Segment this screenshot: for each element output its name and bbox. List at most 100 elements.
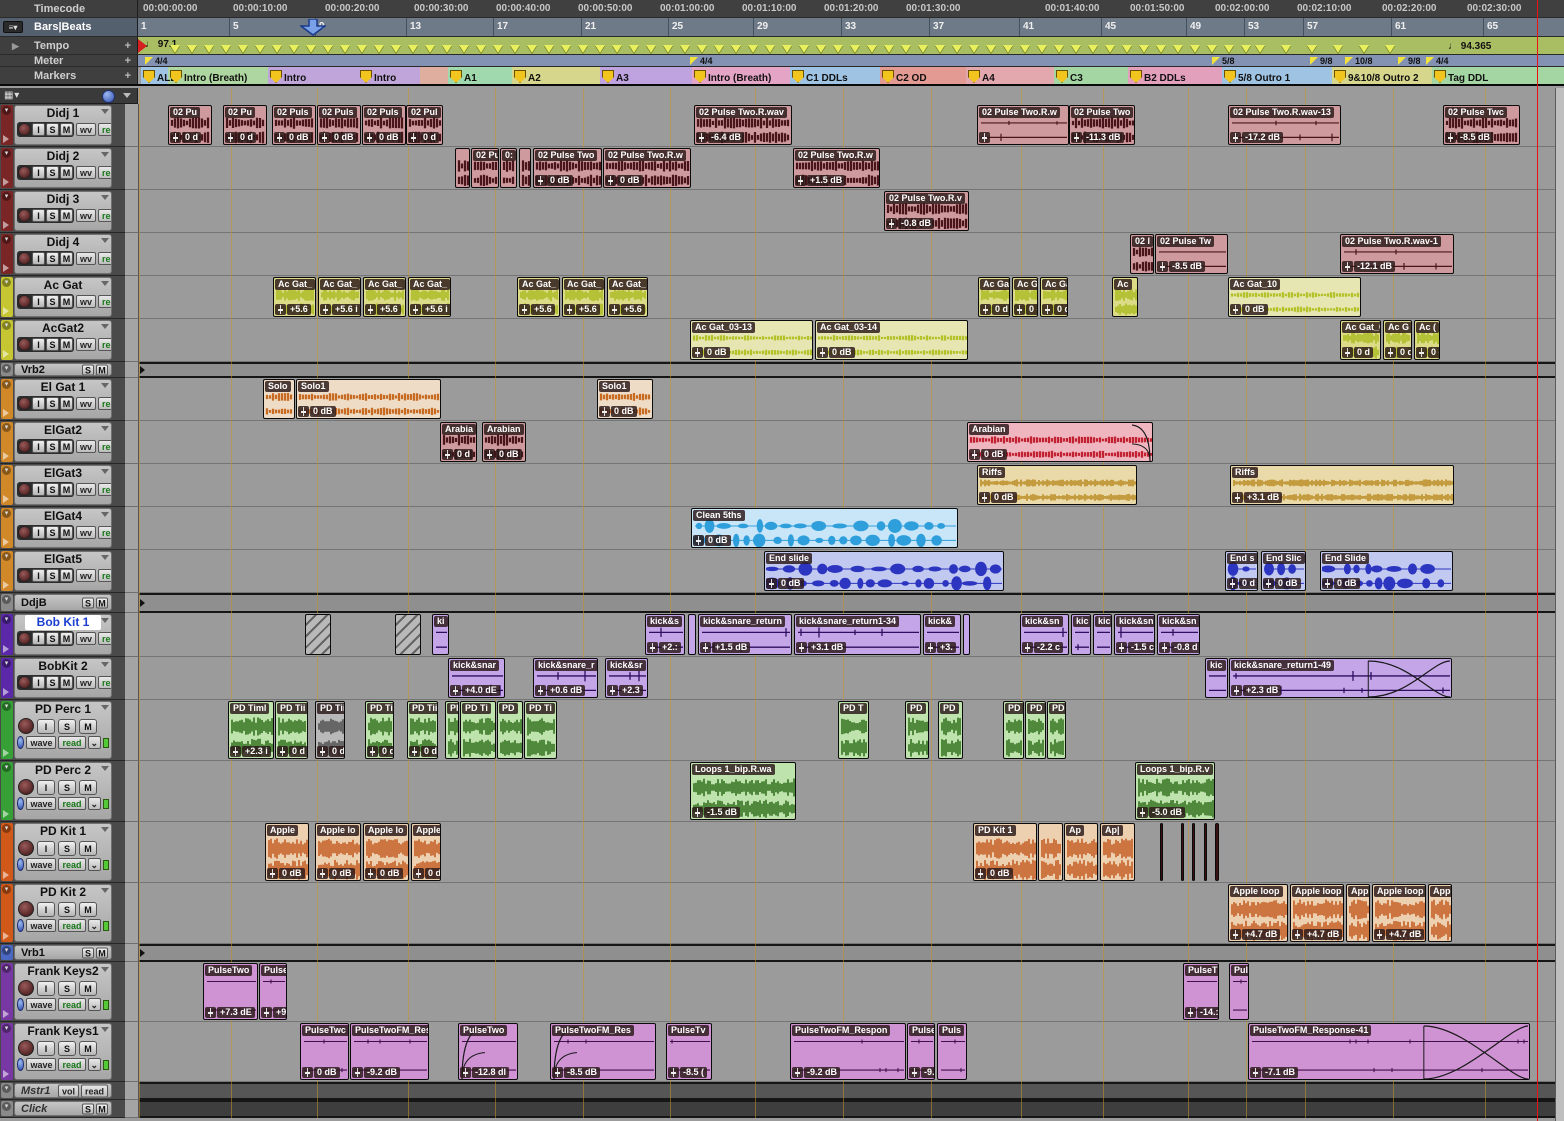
- track-name[interactable]: Frank Keys2: [15, 964, 111, 979]
- track-lane-didj-3[interactable]: [139, 190, 1556, 233]
- clip[interactable]: [1160, 823, 1163, 881]
- input-monitor-button[interactable]: I: [32, 440, 45, 453]
- track-color-strip[interactable]: ▾: [1, 105, 13, 145]
- clip[interactable]: [305, 614, 331, 655]
- track-color-strip[interactable]: ▾: [1, 277, 13, 317]
- clip-gain[interactable]: 0 dB: [1263, 578, 1301, 589]
- track-color-strip[interactable]: ▾: [1, 701, 13, 759]
- clip-02-puls[interactable]: 02 Puls0 dB: [362, 105, 406, 145]
- clip-02-pulse-two-r-v[interactable]: 02 Pulse Two.R.v-0.8 dB: [884, 191, 969, 231]
- clip-gain[interactable]: 0 dB: [484, 449, 522, 460]
- clip-ac-ga[interactable]: Ac Ga0 d: [1012, 277, 1038, 317]
- track-collapse-icon[interactable]: ▾: [2, 964, 11, 973]
- pencil-tool-button[interactable]: ⌄: [88, 1058, 102, 1071]
- track-collapse-icon[interactable]: ▾: [2, 1102, 11, 1111]
- clip[interactable]: [1215, 823, 1219, 881]
- clip-kick-snare-return1-49[interactable]: kick&snare_return1-49+2.3 dB: [1229, 658, 1452, 698]
- track-height-handle[interactable]: [125, 276, 139, 319]
- clip-gain-fader-icon[interactable]: [205, 1007, 216, 1018]
- mute-button[interactable]: M: [60, 123, 73, 136]
- clip-gain-fader-icon[interactable]: [1263, 578, 1274, 589]
- mute-button[interactable]: M: [60, 676, 73, 689]
- clip[interactable]: [519, 148, 531, 188]
- clip-gain[interactable]: 0 d: [408, 132, 439, 143]
- clip-ac-gat-0[interactable]: Ac Gat_00 d: [1340, 320, 1381, 360]
- clip-gain[interactable]: -12.1 dB: [1342, 261, 1395, 272]
- clip-pulsetv[interactable]: PulseTv-8.5 (: [666, 1023, 712, 1080]
- solo-button[interactable]: S: [82, 364, 94, 375]
- input-monitor-button[interactable]: I: [37, 981, 55, 996]
- mute-button[interactable]: M: [60, 338, 73, 351]
- marker[interactable]: Intro (Breath): [694, 70, 771, 84]
- clip-pd-tii[interactable]: PD Tii0 d: [407, 701, 438, 759]
- clip-gain[interactable]: +5.6: [275, 304, 311, 315]
- clip-gain-fader-icon[interactable]: [668, 1067, 679, 1078]
- clip-02-pulse-tw[interactable]: 02 Pulse Tw-8.5 dB: [1155, 234, 1228, 274]
- marker[interactable]: C1 DDLs: [792, 70, 848, 84]
- clip-apple[interactable]: Apple0 dB: [265, 823, 309, 881]
- clip-ac-gat[interactable]: Ac Gat0 d: [978, 277, 1010, 317]
- automation-read-button[interactable]: read: [58, 1058, 85, 1071]
- track-options-chevron-icon[interactable]: [101, 766, 109, 771]
- track-collapse-icon[interactable]: ▾: [2, 364, 11, 373]
- track-header-elgat3[interactable]: ▾ElGat3ISMwvred: [0, 464, 125, 507]
- clip-gain-fader-icon[interactable]: [692, 807, 703, 818]
- waveform-view-button[interactable]: wv: [76, 397, 96, 410]
- clip-gain[interactable]: 0 dB: [599, 406, 637, 417]
- solo-button[interactable]: S: [46, 569, 59, 582]
- automation-read-button[interactable]: red: [98, 483, 112, 496]
- meter-event[interactable]: 4/4: [145, 56, 168, 66]
- track-height-handle[interactable]: [125, 822, 139, 883]
- clip-gain-fader-icon[interactable]: [267, 868, 278, 879]
- waveform-view-button[interactable]: wv: [76, 166, 96, 179]
- clip-gain[interactable]: [979, 132, 990, 143]
- track-name[interactable]: Didj 4: [15, 235, 111, 250]
- mute-button[interactable]: M: [60, 295, 73, 308]
- solo-button[interactable]: S: [82, 947, 94, 958]
- clip-gain-fader-icon[interactable]: [1116, 642, 1127, 653]
- track-collapse-icon[interactable]: ▾: [2, 552, 11, 561]
- track-name[interactable]: PD Kit 1: [15, 824, 111, 839]
- clip-gain-fader-icon[interactable]: [766, 578, 777, 589]
- track-height-handle[interactable]: [125, 464, 139, 507]
- clip-gain-fader-icon[interactable]: [442, 449, 453, 460]
- clip-gain[interactable]: 0 dB: [317, 868, 355, 879]
- clip-02-pulse-two-r-wav[interactable]: 02 Pulse Two.R.wav-6.4 dB: [694, 105, 792, 145]
- clip-gain[interactable]: +3.1 dB: [796, 642, 846, 653]
- track-header-frank-keys2[interactable]: ▾Frank Keys2ISMwaveread⌄: [0, 962, 125, 1022]
- clip-pulsetwo[interactable]: PulseTwo-12.8 dl: [458, 1023, 518, 1080]
- waveform-view-button[interactable]: wv: [76, 440, 96, 453]
- record-enable-button[interactable]: [18, 397, 31, 410]
- track-height-handle[interactable]: [125, 944, 139, 962]
- clip-gain-fader-icon[interactable]: [564, 304, 575, 315]
- input-monitor-button[interactable]: I: [37, 719, 55, 734]
- record-enable-button[interactable]: [18, 569, 31, 582]
- clip-gain[interactable]: 0 d: [170, 132, 201, 143]
- clip-gain-fader-icon[interactable]: [693, 535, 704, 546]
- input-monitor-button[interactable]: I: [32, 676, 45, 689]
- solo-button[interactable]: S: [58, 780, 76, 795]
- track-collapse-icon[interactable]: ▾: [2, 235, 11, 244]
- track-header-acgat2[interactable]: ▾AcGat2ISMwvred: [0, 319, 125, 362]
- track-color-strip[interactable]: ▾: [1, 551, 13, 591]
- clip-gain-fader-icon[interactable]: [1042, 304, 1053, 315]
- marker[interactable]: B2 DDLs: [1130, 70, 1186, 84]
- meter-event[interactable]: 4/4: [690, 56, 713, 66]
- track-height-handle[interactable]: [125, 319, 139, 362]
- mute-button[interactable]: M: [79, 981, 97, 996]
- waveform-view-button[interactable]: wv: [76, 123, 96, 136]
- waveform-view-button[interactable]: wv: [76, 209, 96, 222]
- clip-kick-sn[interactable]: kick&sn-1.5 c: [1114, 614, 1155, 655]
- clip-gain[interactable]: 0 d: [1416, 347, 1440, 358]
- mute-button[interactable]: M: [60, 632, 73, 645]
- input-monitor-button[interactable]: I: [32, 397, 45, 410]
- clip-gain-fader-icon[interactable]: [1374, 929, 1385, 940]
- clip-gain-fader-icon[interactable]: [1230, 929, 1241, 940]
- clip-ac-gat-03-13[interactable]: Ac Gat_03-130 dB: [690, 320, 813, 360]
- track-color-strip[interactable]: ▾: [1, 658, 13, 698]
- mute-button[interactable]: M: [60, 397, 73, 410]
- clip-ac-gat[interactable]: Ac Gat_+5.6: [363, 277, 406, 317]
- clip-gain-fader-icon[interactable]: [607, 685, 618, 696]
- clip-apple-loop[interactable]: Apple loop+4.7 dB: [1372, 884, 1426, 942]
- solo-button[interactable]: S: [46, 166, 59, 179]
